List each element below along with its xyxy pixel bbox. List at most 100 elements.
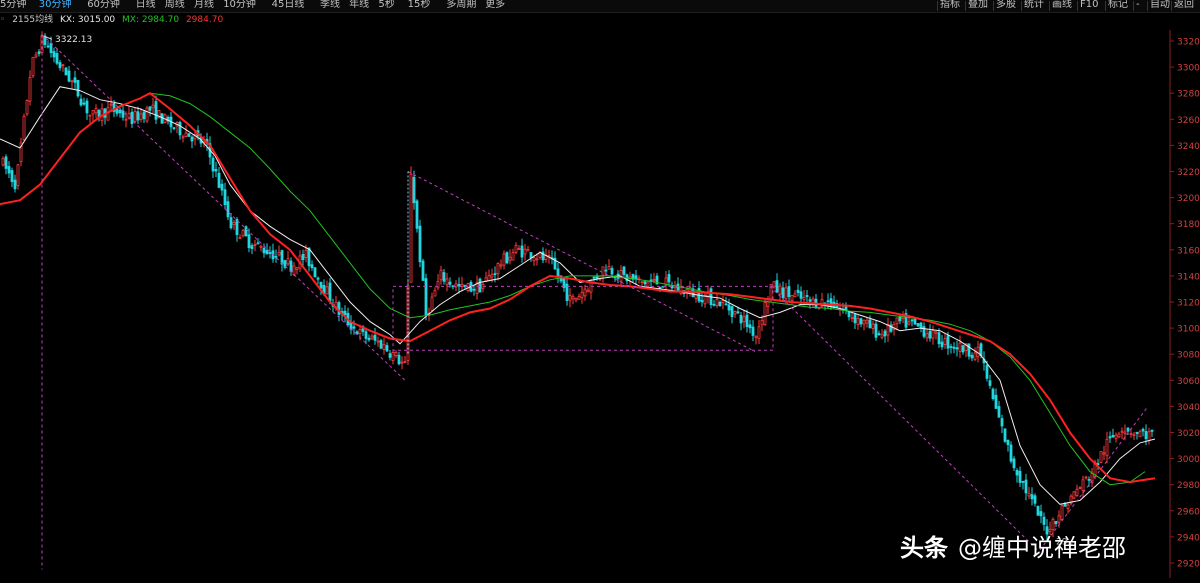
y-tick-label: 3160 bbox=[1177, 246, 1200, 256]
period-tab-0[interactable]: 5分钟 bbox=[0, 0, 26, 11]
candle-body bbox=[760, 320, 764, 326]
candle-body bbox=[1150, 429, 1154, 432]
candle-body bbox=[82, 102, 86, 105]
candle-body bbox=[28, 77, 32, 102]
tool-button-1[interactable]: 叠加 bbox=[968, 0, 988, 11]
candle-body bbox=[244, 226, 248, 237]
candle-body bbox=[1081, 479, 1085, 491]
candle-body bbox=[502, 253, 506, 266]
candle-body bbox=[1141, 428, 1145, 432]
tool-separator bbox=[1147, 1, 1148, 11]
candle-body bbox=[154, 101, 158, 120]
period-tab-2[interactable]: 60分钟 bbox=[87, 0, 120, 11]
candle-body bbox=[508, 256, 512, 261]
candle-body bbox=[385, 345, 389, 352]
candle-body bbox=[313, 267, 317, 278]
candle-body bbox=[88, 114, 92, 117]
candle-body bbox=[1003, 428, 1007, 442]
period-tab-12[interactable]: 多周期 bbox=[446, 0, 476, 11]
candle-body bbox=[514, 245, 518, 253]
candle-body bbox=[13, 179, 17, 190]
candle-body bbox=[1075, 488, 1079, 496]
candle-body bbox=[925, 333, 929, 339]
candle-body bbox=[1012, 458, 1016, 469]
period-tab-4[interactable]: 周线 bbox=[165, 0, 185, 11]
candle-body bbox=[178, 121, 182, 136]
tool-separator bbox=[1021, 1, 1022, 11]
candle-body bbox=[1, 158, 5, 166]
candle-body bbox=[757, 326, 761, 339]
candle-body bbox=[871, 323, 875, 329]
candle-body bbox=[466, 283, 470, 291]
period-tab-6[interactable]: 10分钟 bbox=[223, 0, 256, 11]
tool-button-7[interactable]: - bbox=[1136, 0, 1140, 11]
candle-body bbox=[607, 266, 611, 270]
tool-button-3[interactable]: 统计 bbox=[1024, 0, 1044, 11]
candlestick-chart[interactable]: 2920 2940 2960 2980 3000 3020 3040 3060 3080 3100… bbox=[0, 28, 1200, 583]
candle-body bbox=[1006, 439, 1010, 446]
period-tab-11[interactable]: 15秒 bbox=[408, 0, 431, 11]
kx-value: KX: 3015.00 bbox=[59, 15, 116, 25]
candle-body bbox=[382, 344, 386, 350]
y-tick-label: 2980 bbox=[1177, 481, 1200, 491]
candle-body bbox=[973, 352, 977, 360]
candle-body bbox=[592, 276, 596, 279]
candle-body bbox=[1078, 487, 1082, 490]
candle-body bbox=[496, 263, 500, 274]
period-tab-8[interactable]: 季线 bbox=[320, 0, 340, 11]
tool-button-0[interactable]: 指标 bbox=[940, 0, 960, 11]
candle-body bbox=[499, 264, 503, 267]
candle-body bbox=[622, 266, 626, 275]
candle-body bbox=[958, 342, 962, 352]
period-tab-10[interactable]: 5秒 bbox=[378, 0, 394, 11]
candle-body bbox=[733, 311, 737, 315]
period-tab-7[interactable]: 45日线 bbox=[272, 0, 305, 11]
candle-body bbox=[301, 253, 305, 261]
period-toolbar: 5分钟 30分钟 60分钟 日线 周线 月线 10分钟 45日线 季线 年线 5秒 15秒 多周期 更多 … bbox=[0, 0, 1200, 13]
candle-body bbox=[1036, 505, 1040, 516]
candle-body bbox=[118, 109, 122, 114]
candle-body bbox=[862, 319, 866, 325]
tool-button-6[interactable]: 标记 bbox=[1108, 0, 1128, 11]
period-tab-13[interactable]: 更多 bbox=[485, 0, 505, 11]
tool-button-9[interactable]: 返回 bbox=[1174, 0, 1194, 11]
tool-button-4[interactable]: 画线 bbox=[1052, 0, 1072, 11]
candle-body bbox=[523, 248, 527, 255]
candle-body bbox=[658, 286, 662, 289]
candle-body bbox=[517, 248, 521, 250]
candle-body bbox=[64, 67, 68, 76]
candle-body bbox=[172, 127, 176, 130]
candle-body bbox=[511, 252, 515, 261]
candle-body bbox=[943, 338, 947, 345]
candle-body bbox=[304, 249, 308, 258]
candle-body bbox=[721, 300, 725, 304]
indicator-info: ◦ 2155均线 KX: 3015.00 MX: 2984.70 2984.70 bbox=[0, 14, 227, 26]
candle-body bbox=[700, 299, 704, 303]
y-tick-label: 3220 bbox=[1177, 168, 1200, 178]
candle-body bbox=[580, 291, 584, 298]
candle-body bbox=[487, 275, 491, 282]
period-tab-5[interactable]: 月线 bbox=[194, 0, 214, 11]
candle-body bbox=[367, 337, 371, 341]
period-tab-9[interactable]: 年线 bbox=[349, 0, 369, 11]
y-tick-label: 3260 bbox=[1177, 116, 1200, 126]
candle-body bbox=[928, 330, 932, 339]
period-tab-3[interactable]: 日线 bbox=[136, 0, 156, 11]
candle-body bbox=[1024, 479, 1028, 494]
candle-body bbox=[433, 290, 437, 297]
tool-button-8[interactable]: 自动 bbox=[1150, 0, 1170, 11]
tool-button-5[interactable]: F10 bbox=[1080, 0, 1098, 11]
candle-body bbox=[1123, 431, 1127, 434]
candle-body bbox=[139, 113, 143, 120]
candle-body bbox=[1054, 521, 1058, 525]
candle-body bbox=[775, 280, 779, 293]
y-tick-label: 3180 bbox=[1177, 220, 1200, 230]
candle-body bbox=[22, 116, 26, 141]
candle-body bbox=[439, 269, 443, 281]
period-tab-1[interactable]: 30分钟 bbox=[39, 0, 72, 11]
tool-button-2[interactable]: 多股 bbox=[996, 0, 1016, 11]
candle-body bbox=[91, 109, 95, 115]
candle-body bbox=[1126, 427, 1130, 432]
candle-body bbox=[493, 273, 497, 276]
candle-body bbox=[10, 170, 14, 183]
